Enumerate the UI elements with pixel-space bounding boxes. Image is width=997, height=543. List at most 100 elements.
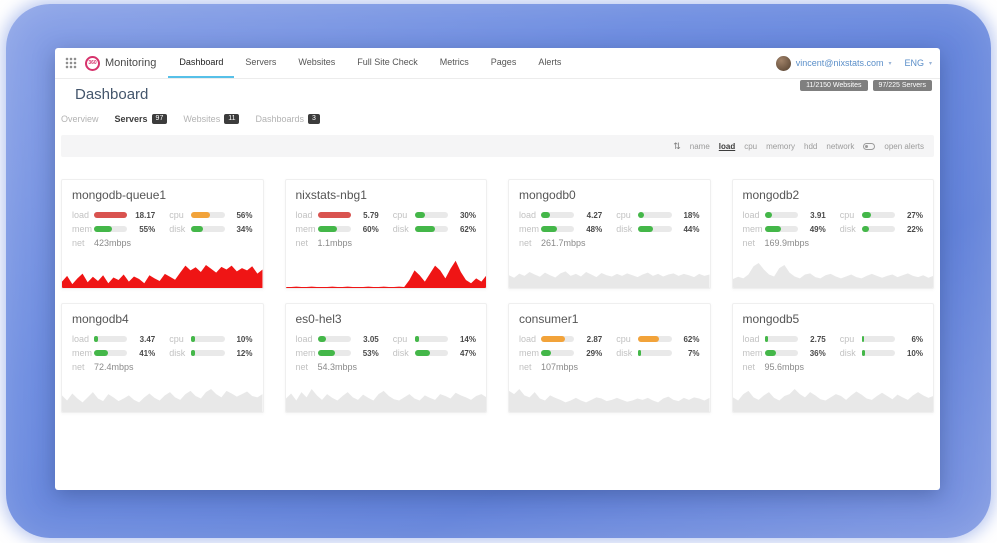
nav-item-full-site-check[interactable]: Full Site Check [346, 48, 429, 78]
metric-cpu: cpu14% [393, 334, 476, 344]
server-name: mongodb2 [733, 180, 934, 202]
metric-bar [318, 212, 351, 218]
open-alerts-filter[interactable]: open alerts [884, 142, 924, 151]
server-name: mongodb5 [733, 304, 934, 326]
metric-bar [862, 226, 895, 232]
sort-option-load[interactable]: load [719, 142, 735, 151]
metric-label: cpu [840, 210, 862, 220]
nav-item-servers[interactable]: Servers [234, 48, 287, 78]
server-card[interactable]: mongodb0load4.27cpu18%mem48%disk44%net26… [508, 179, 711, 289]
metric-load: load3.91 [743, 210, 826, 220]
tab-dashboards[interactable]: Dashboards3 [255, 114, 319, 124]
server-card[interactable]: nixstats-nbg1load5.79cpu30%mem60%disk62%… [285, 179, 488, 289]
metric-net: net72.4mbps [72, 362, 155, 372]
sort-option-hdd[interactable]: hdd [804, 142, 817, 151]
metric-bar-fill [541, 350, 551, 356]
nav-item-alerts[interactable]: Alerts [527, 48, 572, 78]
sort-option-name[interactable]: name [690, 142, 710, 151]
metric-load: load4.27 [519, 210, 602, 220]
server-card[interactable]: mongodb2load3.91cpu27%mem49%disk22%net16… [732, 179, 935, 289]
metric-value: 53% [351, 349, 379, 358]
nav-item-pages[interactable]: Pages [480, 48, 528, 78]
server-name: consumer1 [509, 304, 710, 326]
language-menu[interactable]: ENG [904, 58, 924, 68]
metric-bar-fill [415, 212, 425, 218]
metric-bar-fill [415, 226, 436, 232]
metric-net: net54.3mbps [296, 362, 379, 372]
metric-cpu: cpu27% [840, 210, 923, 220]
metric-label: mem [296, 224, 318, 234]
metric-bar [638, 350, 671, 356]
top-navbar: 360 Monitoring DashboardServersWebsitesF… [55, 48, 940, 79]
metric-bar-fill [191, 336, 194, 342]
metric-label: load [72, 334, 94, 344]
tab-servers[interactable]: Servers97 [115, 114, 168, 124]
metric-label: cpu [169, 210, 191, 220]
server-card[interactable]: mongodb4load3.47cpu10%mem41%disk12%net72… [61, 303, 264, 413]
tab-overview[interactable]: Overview [61, 114, 99, 124]
metric-bar-fill [638, 350, 640, 356]
user-email-menu[interactable]: vincent@nixstats.com [796, 58, 884, 68]
metric-label: net [72, 238, 94, 248]
page-tabs: Overview Servers97 Websites11 Dashboards3 [61, 113, 934, 125]
server-card[interactable]: es0-hel3load3.05cpu14%mem53%disk47%net54… [285, 303, 488, 413]
spark-chart [286, 256, 487, 288]
metric-label: disk [393, 224, 415, 234]
server-card[interactable]: mongodb5load2.75cpu6%mem36%disk10%net95.… [732, 303, 935, 413]
sort-option-network[interactable]: network [826, 142, 854, 151]
spark-chart [509, 380, 710, 412]
server-card[interactable]: mongodb-queue1load18.17cpu56%mem55%disk3… [61, 179, 264, 289]
user-avatar[interactable] [776, 56, 791, 71]
metric-mem: mem53% [296, 348, 379, 358]
metric-value: 18.17 [127, 211, 155, 220]
metric-label: load [743, 334, 765, 344]
metric-mem: mem48% [519, 224, 602, 234]
nav-item-dashboard[interactable]: Dashboard [168, 48, 234, 78]
metric-bar [541, 226, 574, 232]
sort-option-memory[interactable]: memory [766, 142, 795, 151]
metric-mem: mem60% [296, 224, 379, 234]
metric-bar [638, 212, 671, 218]
brand-logo[interactable]: 360 Monitoring [85, 56, 156, 71]
nav-item-websites[interactable]: Websites [287, 48, 346, 78]
metric-cpu: cpu18% [616, 210, 699, 220]
sort-option-cpu[interactable]: cpu [744, 142, 757, 151]
metric-bar [94, 336, 127, 342]
account-badge[interactable]: 97/225 Servers [873, 80, 932, 91]
metric-value: 62% [448, 225, 476, 234]
metric-label: disk [840, 348, 862, 358]
server-card[interactable]: consumer1load2.87cpu62%mem29%disk7%net10… [508, 303, 711, 413]
tab-websites[interactable]: Websites11 [183, 114, 239, 124]
metric-load: load18.17 [72, 210, 155, 220]
metric-value: 3.05 [351, 335, 379, 344]
metric-mem: mem49% [743, 224, 826, 234]
metric-label: load [296, 334, 318, 344]
metric-value: 55% [127, 225, 155, 234]
metric-label: net [72, 362, 94, 372]
net-value: 423mbps [94, 238, 131, 248]
spark-chart [733, 380, 934, 412]
net-value: 1.1mbps [318, 238, 353, 248]
metric-label: disk [393, 348, 415, 358]
metric-label: load [519, 334, 541, 344]
metric-value: 18% [672, 211, 700, 220]
metric-bar-fill [862, 336, 864, 342]
metric-value: 62% [672, 335, 700, 344]
nav-item-metrics[interactable]: Metrics [429, 48, 480, 78]
apps-grid-icon[interactable] [65, 57, 77, 69]
open-alerts-toggle-icon[interactable] [863, 143, 875, 150]
chevron-down-icon: ▾ [929, 60, 932, 67]
metric-label: disk [616, 348, 638, 358]
metric-mem: mem29% [519, 348, 602, 358]
app-window: 360 Monitoring DashboardServersWebsitesF… [55, 48, 940, 490]
metric-bar [765, 212, 798, 218]
metric-disk: disk44% [616, 224, 699, 234]
metric-label: mem [519, 348, 541, 358]
metric-label: cpu [840, 334, 862, 344]
metric-net: net1.1mbps [296, 238, 379, 248]
metric-value: 6% [895, 335, 923, 344]
logo-360-icon: 360 [85, 56, 100, 71]
metric-label: load [296, 210, 318, 220]
account-badge[interactable]: 11/2150 Websites [800, 80, 867, 91]
metric-value: 12% [225, 349, 253, 358]
